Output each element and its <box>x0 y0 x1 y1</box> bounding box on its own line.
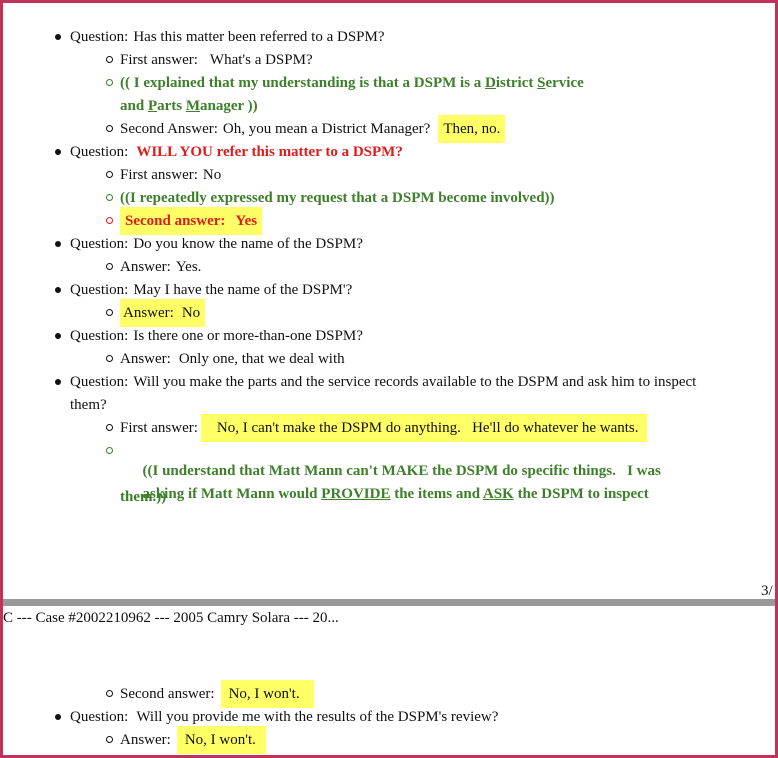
comment-underline: ASK <box>482 486 514 502</box>
item-text: Will you provide me with the results of … <box>136 709 499 725</box>
list-item-question: Question: Do you know the name of the DSP… <box>55 234 363 254</box>
item-text: WILL YOU refer this matter to a DSPM? <box>136 144 403 160</box>
list-item-answer: Second answer: No, I won't. <box>106 680 314 708</box>
item-text: Is there one or more-than-one DSPM? <box>133 328 363 344</box>
item-text: Yes. <box>175 259 202 275</box>
highlighted-answer: No, I won't. <box>176 726 266 754</box>
item-text: Oh, you mean a District Manager? <box>222 121 431 137</box>
list-item-question-continued: them? <box>70 395 107 415</box>
comment-underline: M <box>185 98 201 114</box>
item-label: Question: <box>70 709 129 725</box>
comment-text: ((I repeatedly expressed my request that… <box>120 190 555 206</box>
item-text: them? <box>70 397 107 413</box>
item-text: Only one, that we deal with <box>178 351 345 367</box>
comment-underline: P <box>147 98 158 114</box>
list-item-comment-continued: and Parts Manager )) <box>120 96 258 116</box>
item-label: Second Answer: <box>120 121 218 137</box>
item-text: May I have the name of the DSPM'? <box>133 282 353 298</box>
highlighted-answer: No, I won't. <box>220 680 314 708</box>
comment-text: and <box>120 98 148 114</box>
list-item-comment-continued: them.)) <box>120 487 166 507</box>
comment-text: ervice <box>545 75 584 91</box>
list-item-answer: Answer: No <box>105 299 206 327</box>
list-item-question: Question: WILL YOU refer this matter to a… <box>55 142 403 162</box>
item-label: First answer: <box>120 167 198 183</box>
item-text: Yes <box>235 213 258 229</box>
list-item-question: Question: Will you make the parts and the… <box>54 372 697 392</box>
list-item-question: Question: Will you provide me with the re… <box>54 707 499 727</box>
list-item-question: Question: Is there one or more-than-one D… <box>55 326 363 346</box>
list-item-question: Question: Has this matter been referred t… <box>55 27 385 47</box>
list-item-answer: First answer: No <box>105 165 222 185</box>
comment-text: (( I explained that my understanding is … <box>120 75 486 91</box>
comment-underline: PROVIDE <box>321 486 391 502</box>
comment-text: them.)) <box>120 489 167 505</box>
item-label: First answer: <box>120 420 198 436</box>
comment-text: the items and <box>390 486 483 502</box>
item-label: Question: <box>70 328 129 344</box>
page-number: 3/ <box>761 583 773 599</box>
item-label: Answer: <box>120 732 171 748</box>
page-divider <box>3 599 775 606</box>
item-text: Has this matter been referred to a DSPM? <box>133 29 385 45</box>
highlighted-answer: Then, no. <box>438 115 506 143</box>
list-item-comment: (( I explained that my understanding is … <box>106 73 584 93</box>
comment-text: arts <box>157 98 186 114</box>
list-item-answer: Answer: Only one, that we deal with <box>106 349 345 369</box>
comment-underline: D <box>485 75 496 91</box>
list-item-answer: Second Answer: Oh, you mean a District Ma… <box>105 115 506 143</box>
item-label: Answer: <box>120 259 171 275</box>
comment-text: anager )) <box>200 98 258 114</box>
running-header: C --- Case #2002210962 --- 2005 Camry So… <box>3 610 339 626</box>
item-label: Question: <box>70 282 129 298</box>
item-label: First answer: <box>120 52 198 68</box>
item-text: Do you know the name of the DSPM? <box>133 236 363 252</box>
list-item-answer: First answer: No, I can't make the DSPM d… <box>106 414 647 442</box>
item-text: What's a DSPM? <box>209 52 313 68</box>
item-label: Question: <box>70 374 129 390</box>
comment-text: asking if Matt Mann would <box>142 486 322 502</box>
list-item-answer: Second answer: Yes <box>105 207 263 235</box>
item-label: Question: <box>70 144 129 160</box>
comment-text: istrict <box>495 75 538 91</box>
highlighted-answer: No, I can't make the DSPM do anything. H… <box>200 414 647 442</box>
item-text: No <box>181 305 201 321</box>
item-label: Answer: <box>120 351 171 367</box>
list-item-answer: Answer: Yes. <box>105 257 202 277</box>
item-label: Question: <box>70 29 129 45</box>
item-label: Second answer: <box>120 686 215 702</box>
highlighted-answer: Second answer: Yes <box>120 207 263 235</box>
list-item-answer: First answer: What's a DSPM? <box>106 50 313 70</box>
item-label: Answer: <box>123 305 174 321</box>
list-item-question: Question: May I have the name of the DSPM… <box>54 280 353 300</box>
document-frame: Question: Has this matter been referred t… <box>0 0 778 758</box>
document-page: Question: Has this matter been referred t… <box>3 3 775 599</box>
list-item-answer: Answer: No, I won't. <box>106 726 266 754</box>
list-item-comment: ((I repeatedly expressed my request that… <box>106 188 555 208</box>
highlighted-answer: Answer: No <box>120 299 206 327</box>
item-text: No <box>202 167 222 183</box>
item-text: Will you make the parts and the service … <box>133 374 697 390</box>
item-label: Question: <box>70 236 129 252</box>
item-label: Second answer: <box>125 213 226 229</box>
comment-text: the DSPM to inspect <box>513 486 649 502</box>
list-item-comment-continued: asking if Matt Mann would PROVIDE the it… <box>120 464 649 524</box>
